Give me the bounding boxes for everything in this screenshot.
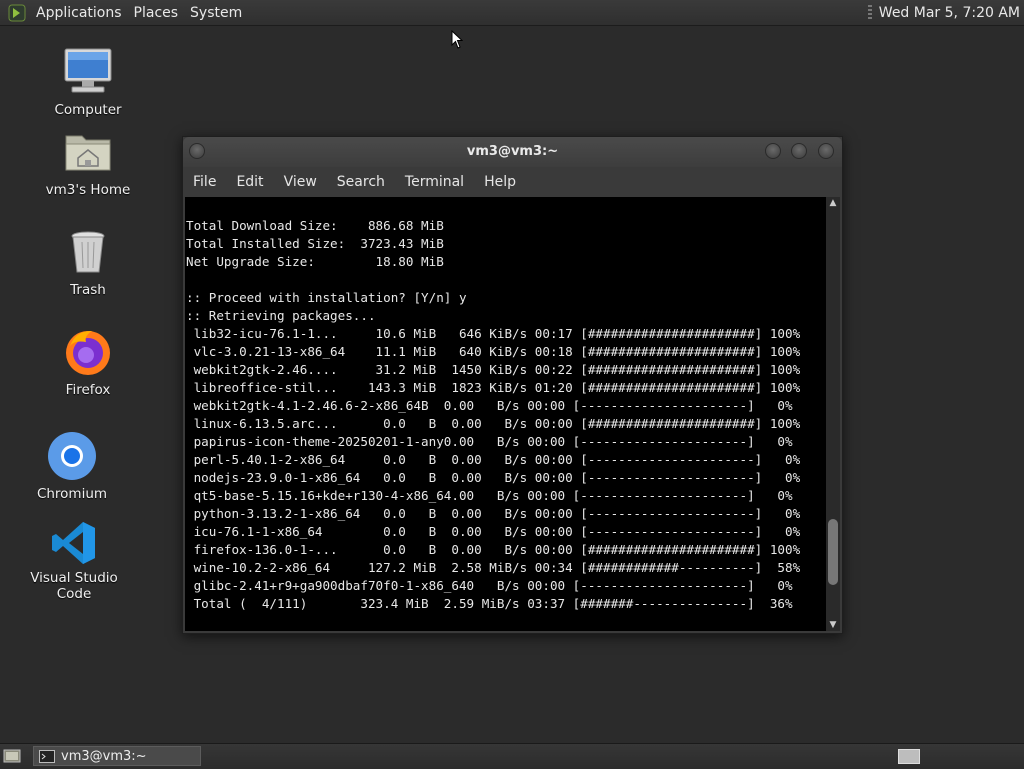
taskbar-item-terminal[interactable]: vm3@vm3:~ (33, 746, 201, 766)
desktop-icon-firefox[interactable]: Firefox (28, 326, 148, 398)
mouse-pointer-icon (451, 30, 463, 49)
vscode-icon (52, 522, 95, 564)
desktop-icon-computer[interactable]: Computer (28, 46, 148, 118)
terminal-line: Net Upgrade Size: 18.80 MiB (186, 254, 444, 269)
menu-help[interactable]: Help (474, 174, 526, 190)
scrollbar-thumb[interactable] (828, 519, 838, 585)
menu-view[interactable]: View (274, 174, 327, 190)
desktop-icon-label: Visual Studio Code (30, 570, 118, 602)
terminal-line: papirus-icon-theme-20250201-1-any0.00 B/… (193, 434, 793, 449)
scroll-up-arrow-icon[interactable]: ▲ (826, 197, 840, 209)
desktop-icon-trash[interactable]: Trash (28, 226, 148, 298)
terminal-scrollbar[interactable]: ▲ ▼ (826, 197, 840, 631)
terminal-line: Total ( 4/111) 323.4 MiB 2.59 MiB/s 03:3… (193, 596, 793, 611)
menu-terminal[interactable]: Terminal (395, 174, 474, 190)
menu-search[interactable]: Search (327, 174, 395, 190)
scroll-down-arrow-icon[interactable]: ▼ (826, 619, 840, 631)
close-button[interactable] (818, 143, 834, 159)
computer-icon (64, 48, 112, 93)
terminal-line: Total Installed Size: 3723.43 MiB (186, 236, 444, 251)
desktop-icon-chromium[interactable]: Chromium (12, 430, 132, 502)
desktop-icon-label: vm3's Home (45, 182, 131, 198)
terminal-icon (39, 749, 55, 763)
terminal-line: libreoffice-stil... 143.3 MiB 1823 KiB/s… (193, 380, 801, 395)
terminal-line: perl-5.40.1-2-x86_64 0.0 B 0.00 B/s 00:0… (193, 452, 801, 467)
desktop-icon-label: Chromium (36, 486, 108, 502)
desktop-icon-vscode[interactable]: Visual Studio Code (14, 520, 134, 602)
window-titlebar[interactable]: vm3@vm3:~ (183, 137, 842, 167)
terminal-line: glibc-2.41+r9+ga900dbaf70f0-1-x86_640 B/… (193, 578, 793, 593)
trash-icon (71, 231, 105, 273)
desktop-icon-label: Computer (54, 102, 122, 118)
firefox-icon (66, 330, 110, 375)
terminal-menubar: File Edit View Search Terminal Help (183, 169, 842, 195)
taskbar-item-label: vm3@vm3:~ (61, 748, 147, 764)
panel-handle (867, 4, 872, 21)
menu-file[interactable]: File (183, 174, 226, 190)
bottom-panel: vm3@vm3:~ (0, 743, 1024, 769)
desktop-icon-label: Firefox (65, 382, 111, 398)
terminal-line: :: Retrieving packages... (186, 308, 376, 323)
applications-menu[interactable]: Applications (30, 5, 128, 21)
terminal-line: :: Proceed with installation? [Y/n] y (186, 290, 467, 305)
terminal-line: linux-6.13.5.arc... 0.0 B 0.00 B/s 00:00… (193, 416, 801, 431)
terminal-line: vlc-3.0.21-13-x86_64 11.1 MiB 640 KiB/s … (193, 344, 801, 359)
terminal-line: webkit2gtk-4.1-2.46.6-2-x86_64B 0.00 B/s… (193, 398, 793, 413)
desktop-icon-label: Trash (70, 282, 106, 298)
distro-logo-icon[interactable] (8, 4, 26, 22)
system-menu[interactable]: System (184, 5, 248, 21)
terminal-line: webkit2gtk-2.46.... 31.2 MiB 1450 KiB/s … (193, 362, 801, 377)
workspace-switcher[interactable] (898, 749, 920, 764)
chromium-icon (48, 432, 96, 480)
terminal-line: firefox-136.0-1-... 0.0 B 0.00 B/s 00:00… (193, 542, 801, 557)
desktop-icon-home[interactable]: vm3's Home (28, 126, 148, 198)
top-panel: Applications Places System Wed Mar 5, 7:… (0, 0, 1024, 26)
menu-edit[interactable]: Edit (226, 174, 273, 190)
terminal-text: Total Download Size: 886.68 MiB Total In… (185, 197, 826, 613)
terminal-line: Total Download Size: 886.68 MiB (186, 218, 444, 233)
main-menu-bar: Applications Places System (0, 0, 248, 25)
window-title: vm3@vm3:~ (466, 144, 559, 159)
terminal-line: python-3.13.2-1-x86_64 0.0 B 0.00 B/s 00… (193, 506, 801, 521)
terminal-line: nodejs-23.9.0-1-x86_64 0.0 B 0.00 B/s 00… (193, 470, 801, 485)
terminal-line: lib32-icu-76.1-1... 10.6 MiB 646 KiB/s 0… (193, 326, 801, 341)
home-folder-icon (65, 135, 111, 171)
places-menu[interactable]: Places (128, 5, 185, 21)
clock[interactable]: Wed Mar 5, 7:20 AM (879, 5, 1020, 21)
terminal-line: qt5-base-5.15.16+kde+r130-4-x86_64.00 B/… (193, 488, 793, 503)
maximize-button[interactable] (791, 143, 807, 159)
minimize-button[interactable] (765, 143, 781, 159)
terminal-line: wine-10.2-2-x86_64 127.2 MiB 2.58 MiB/s … (193, 560, 801, 575)
terminal-output[interactable]: Total Download Size: 886.68 MiB Total In… (185, 197, 826, 631)
clock-area: Wed Mar 5, 7:20 AM (867, 0, 1020, 25)
show-desktop-icon[interactable] (3, 748, 21, 764)
terminal-line: icu-76.1-1-x86_64 0.0 B 0.00 B/s 00:00 [… (193, 524, 801, 539)
terminal-window[interactable]: vm3@vm3:~ File Edit View Search Terminal… (182, 136, 843, 634)
